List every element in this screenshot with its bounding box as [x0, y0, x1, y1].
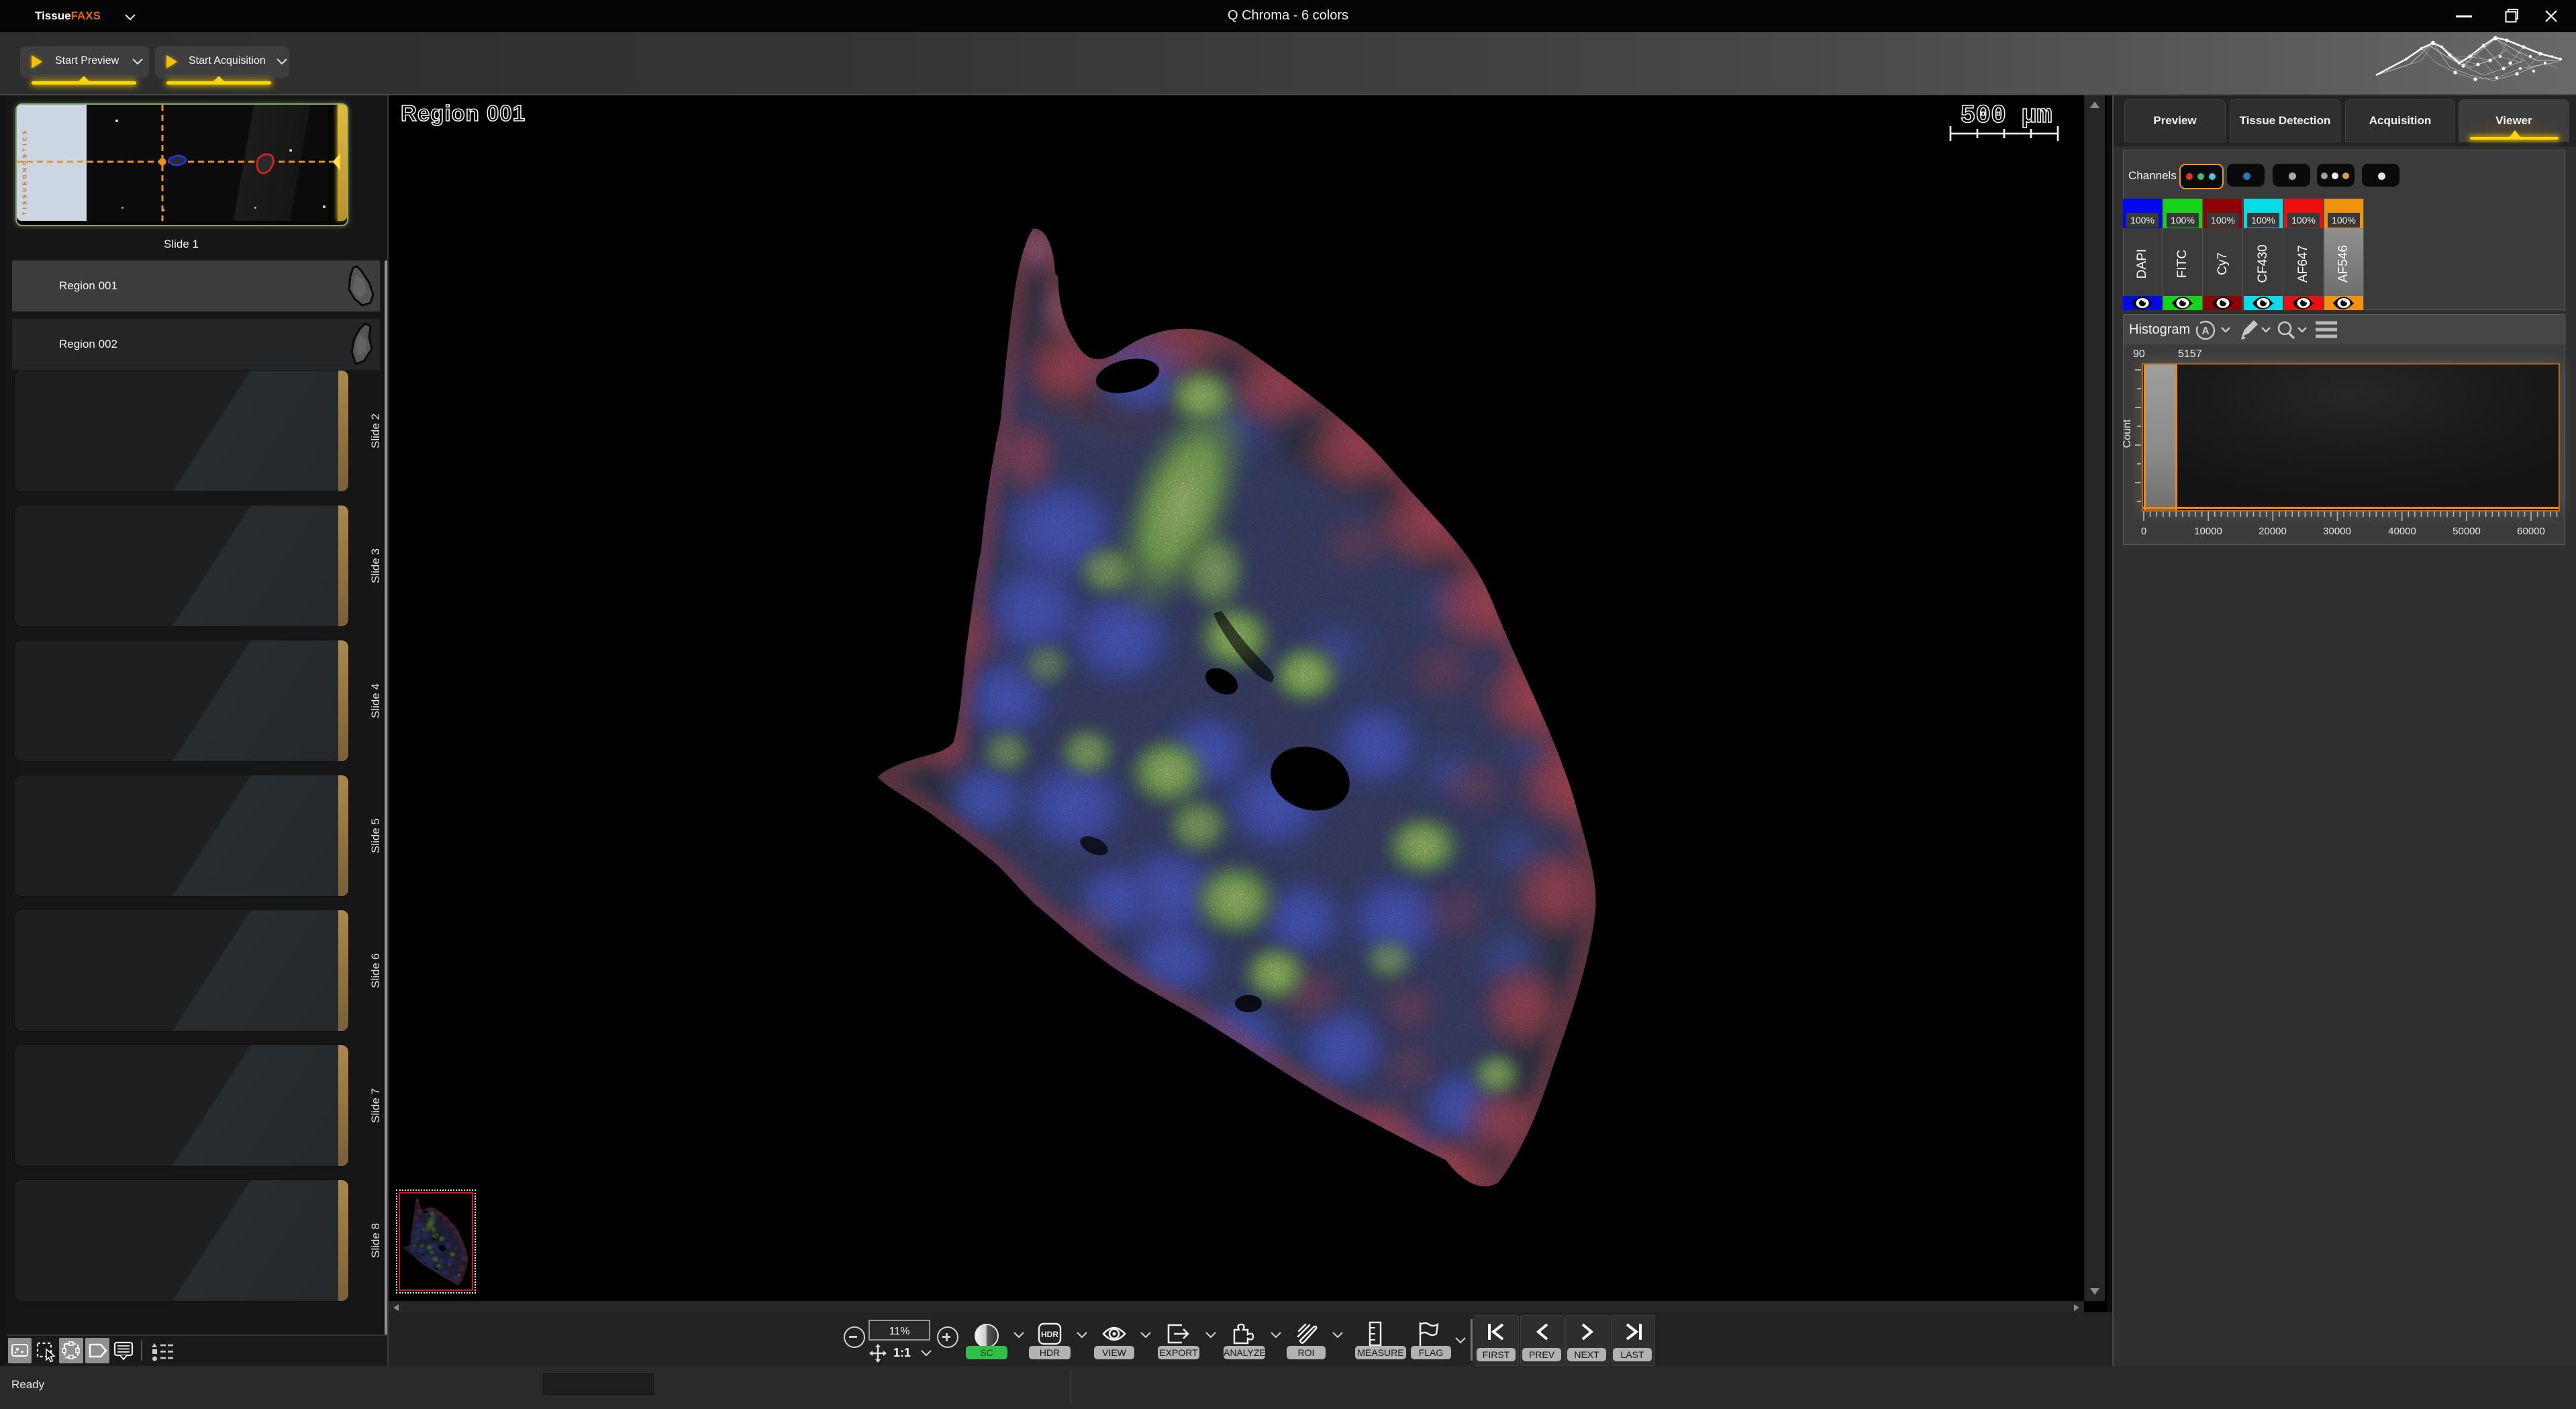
svg-text:A: A [2201, 326, 2210, 337]
svg-text:HDR: HDR [1041, 1330, 1058, 1339]
